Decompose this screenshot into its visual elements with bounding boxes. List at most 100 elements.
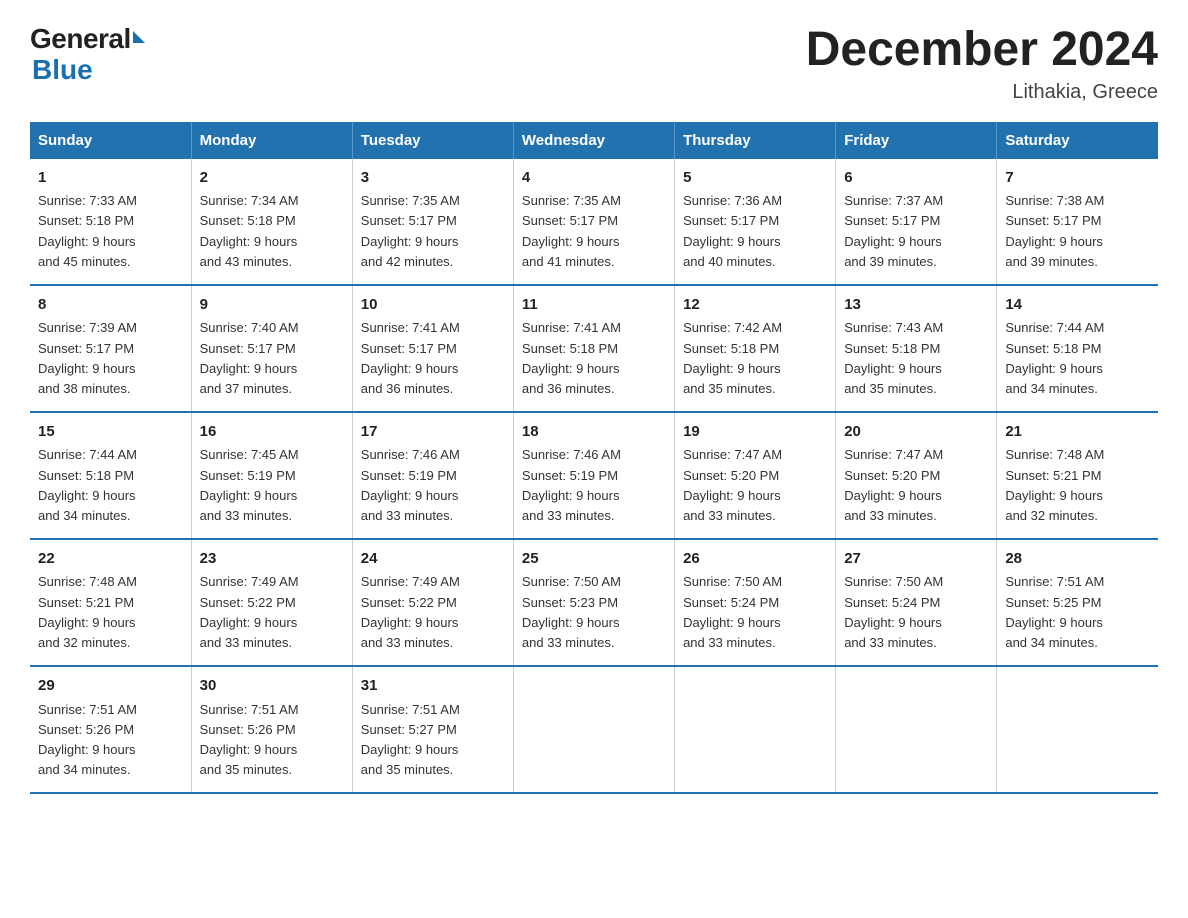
day-info: Sunrise: 7:46 AMSunset: 5:19 PMDaylight:… [361, 445, 505, 526]
calendar-week-row: 15Sunrise: 7:44 AMSunset: 5:18 PMDayligh… [30, 412, 1158, 539]
calendar-cell: 15Sunrise: 7:44 AMSunset: 5:18 PMDayligh… [30, 412, 191, 539]
day-number: 26 [683, 548, 827, 571]
day-info: Sunrise: 7:46 AMSunset: 5:19 PMDaylight:… [522, 445, 666, 526]
calendar-cell: 12Sunrise: 7:42 AMSunset: 5:18 PMDayligh… [675, 285, 836, 412]
col-header-saturday: Saturday [997, 122, 1158, 159]
day-number: 22 [38, 548, 183, 571]
calendar-week-row: 8Sunrise: 7:39 AMSunset: 5:17 PMDaylight… [30, 285, 1158, 412]
day-info: Sunrise: 7:48 AMSunset: 5:21 PMDaylight:… [38, 572, 183, 653]
day-number: 12 [683, 294, 827, 317]
calendar-cell: 28Sunrise: 7:51 AMSunset: 5:25 PMDayligh… [997, 539, 1158, 666]
calendar-cell: 17Sunrise: 7:46 AMSunset: 5:19 PMDayligh… [352, 412, 513, 539]
day-number: 30 [200, 675, 344, 698]
day-info: Sunrise: 7:47 AMSunset: 5:20 PMDaylight:… [683, 445, 827, 526]
day-info: Sunrise: 7:45 AMSunset: 5:19 PMDaylight:… [200, 445, 344, 526]
calendar-cell: 11Sunrise: 7:41 AMSunset: 5:18 PMDayligh… [513, 285, 674, 412]
day-info: Sunrise: 7:42 AMSunset: 5:18 PMDaylight:… [683, 318, 827, 399]
col-header-friday: Friday [836, 122, 997, 159]
col-header-thursday: Thursday [675, 122, 836, 159]
day-info: Sunrise: 7:51 AMSunset: 5:26 PMDaylight:… [38, 700, 183, 781]
calendar-cell: 13Sunrise: 7:43 AMSunset: 5:18 PMDayligh… [836, 285, 997, 412]
day-number: 25 [522, 548, 666, 571]
calendar-cell [675, 666, 836, 793]
day-number: 18 [522, 421, 666, 444]
day-number: 13 [844, 294, 988, 317]
calendar-cell: 27Sunrise: 7:50 AMSunset: 5:24 PMDayligh… [836, 539, 997, 666]
calendar-header-row: SundayMondayTuesdayWednesdayThursdayFrid… [30, 122, 1158, 159]
calendar-cell: 1Sunrise: 7:33 AMSunset: 5:18 PMDaylight… [30, 159, 191, 285]
day-info: Sunrise: 7:35 AMSunset: 5:17 PMDaylight:… [522, 191, 666, 272]
page-title: December 2024 [806, 24, 1158, 77]
calendar-cell: 7Sunrise: 7:38 AMSunset: 5:17 PMDaylight… [997, 159, 1158, 285]
day-number: 11 [522, 294, 666, 317]
day-number: 8 [38, 294, 183, 317]
day-info: Sunrise: 7:44 AMSunset: 5:18 PMDaylight:… [38, 445, 183, 526]
day-info: Sunrise: 7:37 AMSunset: 5:17 PMDaylight:… [844, 191, 988, 272]
calendar-cell: 23Sunrise: 7:49 AMSunset: 5:22 PMDayligh… [191, 539, 352, 666]
col-header-sunday: Sunday [30, 122, 191, 159]
calendar-cell: 31Sunrise: 7:51 AMSunset: 5:27 PMDayligh… [352, 666, 513, 793]
day-info: Sunrise: 7:50 AMSunset: 5:24 PMDaylight:… [683, 572, 827, 653]
calendar-cell [997, 666, 1158, 793]
day-number: 10 [361, 294, 505, 317]
day-number: 6 [844, 167, 988, 190]
calendar-cell: 26Sunrise: 7:50 AMSunset: 5:24 PMDayligh… [675, 539, 836, 666]
day-info: Sunrise: 7:41 AMSunset: 5:18 PMDaylight:… [522, 318, 666, 399]
calendar-cell [836, 666, 997, 793]
page-subtitle: Lithakia, Greece [806, 81, 1158, 104]
day-info: Sunrise: 7:34 AMSunset: 5:18 PMDaylight:… [200, 191, 344, 272]
day-number: 2 [200, 167, 344, 190]
day-number: 5 [683, 167, 827, 190]
day-number: 16 [200, 421, 344, 444]
day-info: Sunrise: 7:38 AMSunset: 5:17 PMDaylight:… [1005, 191, 1150, 272]
day-number: 19 [683, 421, 827, 444]
col-header-wednesday: Wednesday [513, 122, 674, 159]
title-area: December 2024 Lithakia, Greece [806, 24, 1158, 104]
day-number: 28 [1005, 548, 1150, 571]
calendar-table: SundayMondayTuesdayWednesdayThursdayFrid… [30, 122, 1158, 794]
calendar-cell: 29Sunrise: 7:51 AMSunset: 5:26 PMDayligh… [30, 666, 191, 793]
day-number: 29 [38, 675, 183, 698]
calendar-cell: 3Sunrise: 7:35 AMSunset: 5:17 PMDaylight… [352, 159, 513, 285]
day-info: Sunrise: 7:44 AMSunset: 5:18 PMDaylight:… [1005, 318, 1150, 399]
day-number: 20 [844, 421, 988, 444]
day-info: Sunrise: 7:49 AMSunset: 5:22 PMDaylight:… [200, 572, 344, 653]
day-number: 7 [1005, 167, 1150, 190]
logo-general-text: General [30, 24, 131, 55]
day-info: Sunrise: 7:51 AMSunset: 5:26 PMDaylight:… [200, 700, 344, 781]
day-info: Sunrise: 7:49 AMSunset: 5:22 PMDaylight:… [361, 572, 505, 653]
calendar-week-row: 1Sunrise: 7:33 AMSunset: 5:18 PMDaylight… [30, 159, 1158, 285]
calendar-cell: 22Sunrise: 7:48 AMSunset: 5:21 PMDayligh… [30, 539, 191, 666]
day-info: Sunrise: 7:33 AMSunset: 5:18 PMDaylight:… [38, 191, 183, 272]
day-info: Sunrise: 7:50 AMSunset: 5:23 PMDaylight:… [522, 572, 666, 653]
day-info: Sunrise: 7:39 AMSunset: 5:17 PMDaylight:… [38, 318, 183, 399]
calendar-cell: 14Sunrise: 7:44 AMSunset: 5:18 PMDayligh… [997, 285, 1158, 412]
calendar-cell: 18Sunrise: 7:46 AMSunset: 5:19 PMDayligh… [513, 412, 674, 539]
col-header-monday: Monday [191, 122, 352, 159]
col-header-tuesday: Tuesday [352, 122, 513, 159]
calendar-cell: 9Sunrise: 7:40 AMSunset: 5:17 PMDaylight… [191, 285, 352, 412]
calendar-cell: 30Sunrise: 7:51 AMSunset: 5:26 PMDayligh… [191, 666, 352, 793]
calendar-cell: 20Sunrise: 7:47 AMSunset: 5:20 PMDayligh… [836, 412, 997, 539]
day-number: 3 [361, 167, 505, 190]
calendar-cell: 25Sunrise: 7:50 AMSunset: 5:23 PMDayligh… [513, 539, 674, 666]
day-info: Sunrise: 7:51 AMSunset: 5:25 PMDaylight:… [1005, 572, 1150, 653]
day-number: 4 [522, 167, 666, 190]
day-number: 21 [1005, 421, 1150, 444]
day-info: Sunrise: 7:36 AMSunset: 5:17 PMDaylight:… [683, 191, 827, 272]
day-info: Sunrise: 7:40 AMSunset: 5:17 PMDaylight:… [200, 318, 344, 399]
calendar-week-row: 22Sunrise: 7:48 AMSunset: 5:21 PMDayligh… [30, 539, 1158, 666]
day-info: Sunrise: 7:50 AMSunset: 5:24 PMDaylight:… [844, 572, 988, 653]
logo-blue-text: Blue [32, 55, 93, 86]
calendar-cell: 8Sunrise: 7:39 AMSunset: 5:17 PMDaylight… [30, 285, 191, 412]
logo-triangle-icon [133, 31, 145, 43]
day-info: Sunrise: 7:41 AMSunset: 5:17 PMDaylight:… [361, 318, 505, 399]
calendar-cell: 10Sunrise: 7:41 AMSunset: 5:17 PMDayligh… [352, 285, 513, 412]
calendar-cell: 2Sunrise: 7:34 AMSunset: 5:18 PMDaylight… [191, 159, 352, 285]
calendar-cell: 6Sunrise: 7:37 AMSunset: 5:17 PMDaylight… [836, 159, 997, 285]
day-number: 9 [200, 294, 344, 317]
page-header: General Blue December 2024 Lithakia, Gre… [30, 24, 1158, 104]
day-info: Sunrise: 7:48 AMSunset: 5:21 PMDaylight:… [1005, 445, 1150, 526]
day-number: 14 [1005, 294, 1150, 317]
day-info: Sunrise: 7:47 AMSunset: 5:20 PMDaylight:… [844, 445, 988, 526]
